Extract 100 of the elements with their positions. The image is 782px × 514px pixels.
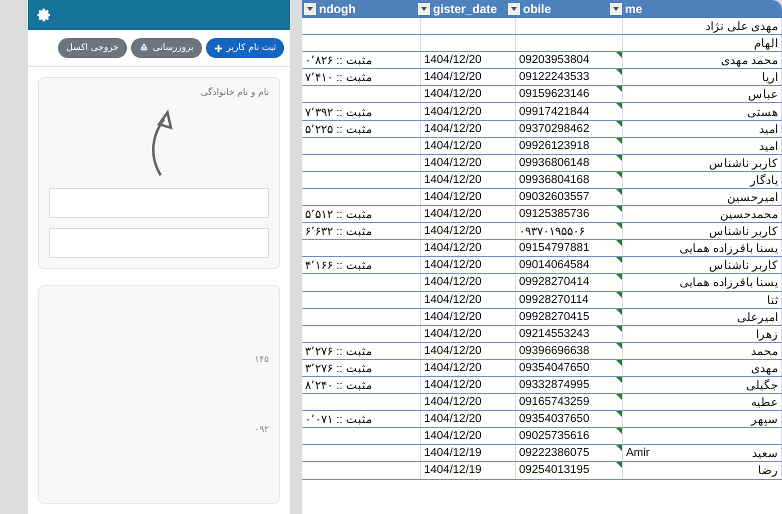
table-cell: مثبت :: ۷٬۳۹۲: [302, 103, 421, 120]
table-cell: 09928270415: [516, 308, 623, 325]
table-cell: 09025735616: [516, 428, 623, 444]
table-cell: 09125385736: [516, 206, 623, 222]
plus-icon: [214, 44, 223, 52]
table-cell: 1404/12/20: [421, 103, 516, 120]
table-cell: 1404/12/20: [421, 342, 516, 359]
table-cell: مثبت :: ۳٬۲۷۶: [302, 360, 421, 376]
table-cell: 1404/12/20: [421, 86, 516, 102]
table-cell: محمد مهدی: [623, 52, 782, 68]
table-cell: مثبت :: ۵٬۵۱۲: [302, 206, 421, 222]
table-cell: 1404/12/20: [421, 326, 516, 342]
table-cell: 1404/12/20: [421, 274, 516, 290]
table-cell: الهام: [623, 35, 782, 52]
table-cell: عباس: [623, 86, 782, 102]
filter-dropdown-icon[interactable]: [508, 3, 520, 15]
table-cell: امید: [623, 138, 782, 154]
column-header[interactable]: me: [608, 0, 782, 18]
table-cell: جگیلی: [623, 376, 782, 394]
table-cell: 1404/12/20: [421, 257, 516, 274]
table-cell: مهدی علی نژاد: [623, 18, 782, 34]
table-cell: 09214553243: [516, 326, 623, 342]
settings-icon[interactable]: [36, 7, 52, 23]
input-field[interactable]: [49, 228, 269, 258]
table-cell: 09332874995: [516, 376, 623, 394]
table-cell: هستی: [623, 103, 782, 120]
table-cell: 1404/12/20: [421, 52, 516, 68]
table-cell: 1404/12/20: [421, 240, 516, 256]
table-cell: کاربر ناشناس: [623, 257, 782, 274]
table-cell: 09222386075: [516, 445, 623, 462]
table-cell: مثبت :: ۶٬۶۳۲: [302, 223, 421, 240]
table-cell: 1404/12/19: [421, 445, 516, 462]
list-text: ۱۴۵: [254, 354, 269, 364]
table-cell: عطیه: [623, 394, 782, 410]
table-cell: 09014064584: [516, 257, 623, 274]
table-cell: سپهر: [623, 411, 782, 428]
table-cell: ۰۹۳۷۰۱۹۵۵۰۶: [516, 223, 623, 240]
table-cell: 1404/12/20: [421, 154, 516, 171]
column-header[interactable]: ndogh: [302, 0, 416, 18]
field-label: نام و نام خانوادگی: [200, 88, 269, 98]
table-cell: 1404/12/20: [421, 206, 516, 222]
table-cell: 1404/12/20: [421, 223, 516, 240]
table-cell: 09936804168: [516, 172, 623, 188]
column-header[interactable]: obile: [506, 0, 608, 18]
table-cell: محمد: [623, 342, 782, 359]
table-cell: 1404/12/20: [421, 360, 516, 376]
toolbar-button[interactable]: خروجی اکسل: [58, 38, 127, 58]
table-cell: امید: [623, 120, 782, 137]
table-cell: محمدحسین: [623, 206, 782, 222]
table-cell: 09396696638: [516, 342, 623, 359]
table-cell: کاربر ناشناس: [623, 223, 782, 240]
table-cell: 09203953804: [516, 52, 623, 68]
table-cell: 09926123918: [516, 138, 623, 154]
table-cell: 09159623146: [516, 86, 623, 102]
table-cell: 1404/12/20: [421, 394, 516, 410]
table-cell: 09032603557: [516, 188, 623, 206]
table-cell: 1404/12/20: [421, 411, 516, 428]
table-cell: 09254013195: [516, 462, 623, 479]
table-cell: 09917421844: [516, 103, 623, 120]
filter-dropdown-icon[interactable]: [304, 3, 316, 15]
table-cell: مثبت :: ۰٬۰۷۱: [302, 411, 421, 428]
table-cell: 1404/12/20: [421, 138, 516, 154]
table-cell: 09354037650: [516, 411, 623, 428]
table-cell: 09154797881: [516, 240, 623, 256]
table-cell: مثبت :: ۵٬۲۲۵: [302, 120, 421, 137]
list-text: ۰۹۲: [254, 424, 269, 434]
toolbar-button[interactable]: ثبت نام کاربر: [206, 38, 284, 58]
input-field[interactable]: [49, 188, 269, 218]
table-cell: مثبت :: ۸٬۲۴۰: [302, 376, 421, 394]
table-cell: رضا: [623, 462, 782, 479]
table-cell: 09165743259: [516, 394, 623, 410]
table-cell: 09370298462: [516, 120, 623, 137]
table-cell: 1404/12/20: [421, 428, 516, 444]
table-cell: کاربر ناشناس: [623, 154, 782, 171]
table-cell: مثبت :: ۰٬۸۲۶: [302, 52, 421, 68]
table-cell: مهدی: [623, 360, 782, 376]
table-cell: 09354047650: [516, 360, 623, 376]
table-cell: 1404/12/20: [421, 172, 516, 188]
table-cell: امیرعلی: [623, 308, 782, 325]
table-cell: مثبت :: ۳٬۲۷۶: [302, 342, 421, 359]
filter-dropdown-icon[interactable]: [418, 3, 430, 15]
table-cell: زهرا: [623, 326, 782, 342]
table-cell: یسنا باقرزاده همایی: [623, 274, 782, 290]
toolbar-button[interactable]: بروزرسانی: [130, 38, 202, 58]
table-cell: مثبت :: ۷٬۴۱۰: [302, 69, 421, 86]
table-cell: 1404/12/20: [421, 120, 516, 137]
column-header[interactable]: gister_date: [416, 0, 506, 18]
table-cell: ثنا: [623, 292, 782, 308]
table-cell: 09928270414: [516, 274, 623, 290]
table-cell: یسنا باقرزاده همایی: [623, 240, 782, 256]
table-cell: 1404/12/20: [421, 292, 516, 308]
table-cell: مثبت :: ۴٬۱۶۶: [302, 257, 421, 274]
table-cell: اریا: [623, 69, 782, 86]
filter-dropdown-icon[interactable]: [610, 3, 622, 15]
table-cell: 09122243533: [516, 69, 623, 86]
table-cell: یادگار: [623, 172, 782, 188]
table-cell: 09936806148: [516, 154, 623, 171]
table-cell: 1404/12/20: [421, 188, 516, 206]
table-cell: 09928270114: [516, 292, 623, 308]
table-cell: 1404/12/20: [421, 69, 516, 86]
